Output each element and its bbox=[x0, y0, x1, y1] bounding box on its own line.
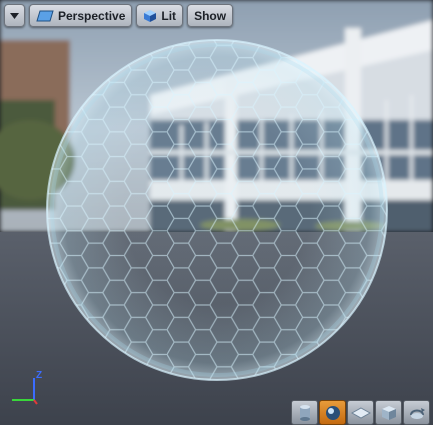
preview-custom-mesh-button[interactable] bbox=[403, 400, 430, 425]
preview-cylinder-button[interactable] bbox=[291, 400, 318, 425]
viewport-options-button[interactable] bbox=[4, 4, 25, 27]
show-label: Show bbox=[194, 8, 227, 23]
custom-mesh-icon bbox=[409, 407, 425, 419]
lit-cube-icon bbox=[144, 9, 157, 22]
preview-scene bbox=[0, 0, 433, 425]
preview-mesh-selector bbox=[291, 400, 430, 425]
x-axis-line bbox=[33, 399, 38, 405]
viewport-toolbar: Perspective Lit Show bbox=[4, 4, 234, 27]
preview-sphere-button[interactable] bbox=[319, 400, 346, 425]
chevron-down-icon bbox=[10, 12, 19, 19]
preview-plane-button[interactable] bbox=[347, 400, 374, 425]
perspective-plane-icon bbox=[36, 10, 54, 21]
preview-cube-button[interactable] bbox=[375, 400, 402, 425]
cylinder-icon bbox=[299, 404, 310, 421]
view-mode-label: Lit bbox=[161, 8, 177, 23]
z-axis-label: Z bbox=[36, 370, 42, 381]
sphere-icon bbox=[325, 405, 340, 420]
plane-icon bbox=[350, 406, 371, 419]
cube-icon bbox=[381, 405, 396, 420]
view-mode-button[interactable]: Lit bbox=[136, 4, 184, 27]
axis-indicator: Z bbox=[12, 370, 42, 405]
view-type-label: Perspective bbox=[58, 8, 126, 23]
view-type-button[interactable]: Perspective bbox=[29, 4, 133, 27]
material-preview-viewport[interactable]: Perspective Lit Show Z bbox=[0, 0, 433, 425]
show-button[interactable]: Show bbox=[187, 4, 234, 27]
